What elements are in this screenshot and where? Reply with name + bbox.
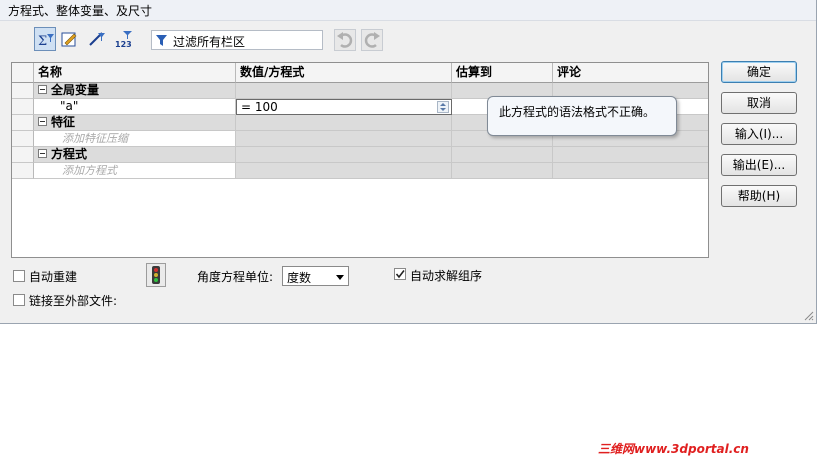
collapse-icon[interactable]	[38, 85, 47, 94]
row-header[interactable]	[12, 131, 34, 147]
table-cell	[452, 147, 553, 163]
svg-text:Σ: Σ	[38, 34, 47, 49]
row-header[interactable]	[12, 83, 34, 99]
cancel-button[interactable]: 取消	[721, 92, 797, 114]
ordered-view-button[interactable]: 123	[113, 27, 135, 51]
table-cell	[553, 163, 708, 179]
help-button[interactable]: 帮助(H)	[721, 185, 797, 207]
import-button[interactable]: 输入(I)...	[721, 123, 797, 145]
angle-unit-value: 度数	[287, 271, 312, 285]
link-external-label: 链接至外部文件:	[29, 294, 118, 308]
redo-button[interactable]	[361, 29, 383, 51]
group-label: 方程式	[51, 147, 88, 161]
sketch-equation-button[interactable]	[59, 27, 81, 51]
undo-icon	[337, 32, 353, 48]
row-header[interactable]	[12, 115, 34, 131]
auto-rebuild-label: 自动重建	[29, 270, 78, 284]
syntax-error-tooltip: 此方程式的语法格式不正确。	[487, 96, 677, 136]
table-cell	[236, 83, 452, 99]
table-cell	[553, 147, 708, 163]
svg-text:123: 123	[115, 40, 132, 48]
corner-header	[12, 63, 34, 83]
undo-button[interactable]	[334, 29, 356, 51]
export-button[interactable]: 输出(E)...	[721, 154, 797, 176]
column-header-value[interactable]: 数值/方程式	[236, 63, 452, 83]
add-feature-placeholder[interactable]: 添加特征压缩	[34, 131, 236, 147]
dialog-title: 方程式、整体变量、及尺寸	[8, 4, 153, 18]
angle-unit-select[interactable]: 度数	[282, 266, 349, 286]
auto-solve-checkbox[interactable]	[394, 268, 406, 280]
filter-placeholder: 过滤所有栏区	[173, 35, 246, 49]
ordered-view-123-icon: 123	[115, 31, 132, 48]
link-external-checkbox[interactable]	[13, 294, 25, 306]
variable-value-input[interactable]: = 100	[236, 99, 452, 115]
filter-funnel-icon	[156, 35, 167, 46]
auto-solve-label: 自动求解组序	[410, 269, 483, 283]
auto-rebuild-checkbox[interactable]	[13, 270, 25, 282]
title-bar: 方程式、整体变量、及尺寸	[0, 0, 816, 21]
rebuild-status-button[interactable]	[146, 263, 166, 287]
variable-name-cell[interactable]: "a"	[34, 99, 236, 115]
row-header[interactable]	[12, 163, 34, 179]
row-header[interactable]	[12, 99, 34, 115]
collapse-icon[interactable]	[38, 149, 47, 158]
dimension-view-button[interactable]	[86, 27, 108, 51]
table-cell	[236, 131, 452, 147]
tooltip-text: 此方程式的语法格式不正确。	[499, 105, 656, 119]
column-header-name[interactable]: 名称	[34, 63, 236, 83]
resize-grip-icon[interactable]	[802, 309, 814, 321]
chevron-down-icon	[336, 275, 344, 280]
equation-view-button[interactable]: Σ	[34, 27, 56, 51]
add-equation-placeholder[interactable]: 添加方程式	[34, 163, 236, 179]
column-header-comment[interactable]: 评论	[553, 63, 708, 83]
equation-view-icon: Σ	[38, 34, 54, 49]
angle-unit-label: 角度方程单位:	[197, 270, 274, 284]
table-cell	[236, 115, 452, 131]
watermark-text: 三维网www.3dportal.cn	[598, 442, 749, 456]
dimension-view-icon	[89, 32, 105, 46]
table-cell	[452, 163, 553, 179]
spin-arrows-icon	[440, 103, 446, 111]
redo-icon	[364, 32, 380, 48]
row-header[interactable]	[12, 147, 34, 163]
table-cell	[236, 147, 452, 163]
column-header-evaluates[interactable]: 估算到	[452, 63, 553, 83]
group-global-variables[interactable]: 全局变量	[34, 83, 236, 99]
group-equations[interactable]: 方程式	[34, 147, 236, 163]
sketch-equation-icon	[61, 32, 77, 47]
ok-button[interactable]: 确定	[721, 61, 797, 83]
equations-table: 名称 数值/方程式 估算到 评论 全局变量 "a" = 100 特征 添加特征压…	[11, 62, 709, 258]
value-spinner[interactable]	[437, 101, 449, 113]
traffic-light-icon	[152, 266, 160, 284]
variable-value-text: = 100	[241, 100, 278, 114]
filter-field[interactable]: 过滤所有栏区	[151, 30, 323, 50]
group-label: 全局变量	[51, 83, 100, 97]
table-cell	[236, 163, 452, 179]
collapse-icon[interactable]	[38, 117, 47, 126]
group-label: 特征	[51, 115, 76, 129]
equations-dialog: 方程式、整体变量、及尺寸 Σ 123 过滤所有栏区 名称 数值/方程式 估算到 …	[0, 0, 817, 324]
checkmark-icon	[395, 270, 405, 279]
group-features[interactable]: 特征	[34, 115, 236, 131]
